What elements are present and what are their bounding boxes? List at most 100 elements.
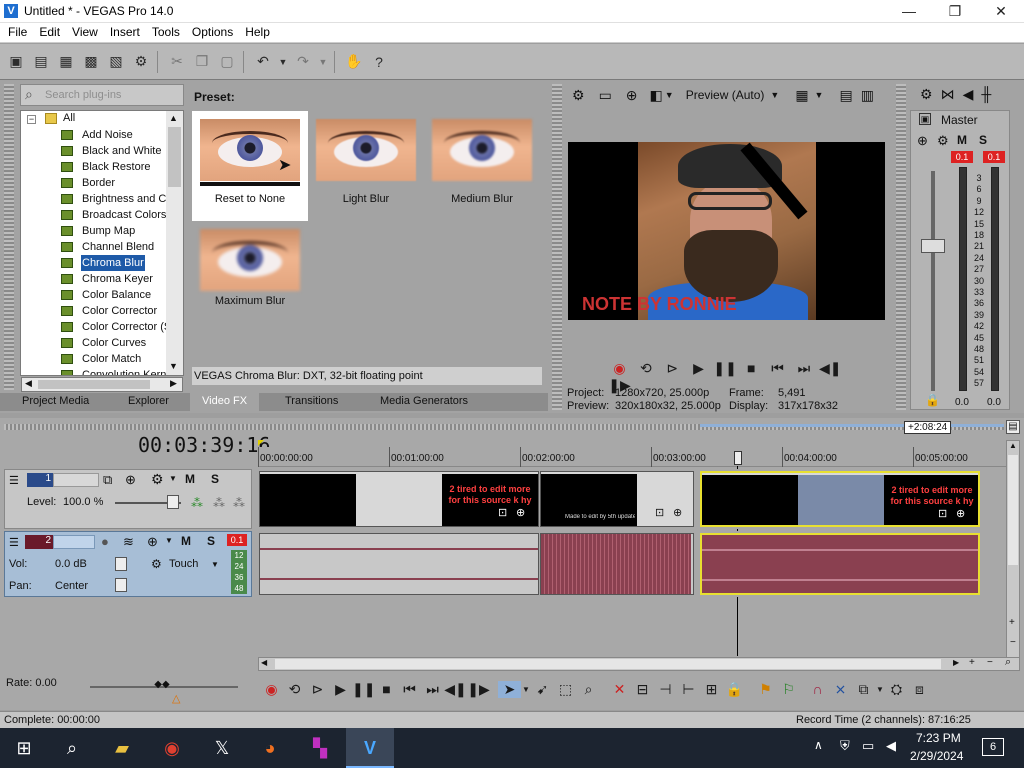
loop-icon[interactable]: ⟲ (634, 360, 657, 377)
plugin-item[interactable]: Black and White (21, 143, 167, 159)
zoom-in-icon[interactable]: + (1009, 617, 1015, 628)
ripple-dropdown-icon[interactable]: ▼ (875, 685, 885, 694)
ripple-edit-icon[interactable]: ⧉ (852, 681, 875, 698)
preset-light-blur[interactable]: Light Blur (308, 111, 424, 221)
level-slider[interactable] (167, 495, 179, 509)
timeline-menu-icon[interactable]: ▤ (1006, 420, 1020, 434)
video-clip-selected[interactable]: 2 tired to edit more for this source k h… (700, 471, 980, 527)
search-plugins-input[interactable]: ⌕ Search plug-ins (20, 84, 184, 106)
collapse-all-toggle[interactable]: − (27, 115, 36, 124)
solo-button[interactable]: S (211, 472, 219, 486)
edit-tool-dropdown-icon[interactable]: ▼ (521, 685, 531, 694)
lock-icon[interactable]: 🔒 (925, 393, 940, 407)
help-icon[interactable]: ? (368, 51, 390, 73)
record-icon[interactable]: ◉ (608, 360, 631, 377)
go-to-end-icon[interactable]: ⏭ (421, 681, 444, 698)
track-fx-icon[interactable]: ⊕ (125, 472, 136, 488)
clip-crop-icon[interactable]: ⊡ (655, 506, 664, 519)
audio-clip[interactable] (259, 533, 539, 595)
playhead-marker[interactable] (734, 451, 742, 465)
scroll-left-icon[interactable]: ◀ (261, 658, 267, 667)
clock-time[interactable]: 7:23 PM (916, 731, 961, 745)
plugin-tree-scrollbar[interactable]: ▲ ▼ (166, 111, 183, 375)
menu-file[interactable]: File (2, 23, 33, 42)
clip-fx-icon[interactable]: ⊕ (956, 507, 965, 520)
firefox-icon[interactable]: ◕ (246, 728, 294, 768)
properties-icon[interactable]: ⚙ (130, 51, 152, 73)
lock-envelopes-icon[interactable]: ⛭ (885, 681, 908, 698)
trim-icon[interactable]: ⊟ (631, 681, 654, 698)
plugin-item[interactable]: Border (21, 175, 167, 191)
plugin-item[interactable]: Convolution Kerne (21, 367, 167, 375)
plugin-item[interactable]: Chroma Blur (21, 255, 167, 271)
plugin-tree-hscrollbar[interactable]: ◀ ▶ (21, 377, 183, 392)
track-collapse-icon[interactable]: ☰ (9, 474, 19, 487)
menu-insert[interactable]: Insert (104, 23, 146, 42)
plugin-item[interactable]: Channel Blend (21, 239, 167, 255)
timeline-vscroll[interactable]: ▲ + − (1006, 440, 1020, 658)
undo-icon[interactable]: ↶ (252, 51, 274, 73)
render-icon[interactable]: ▧ (105, 51, 127, 73)
mixer-settings-icon[interactable]: ⚙ (920, 86, 933, 103)
downmix-icon[interactable]: ⋈ (941, 86, 955, 103)
solo-button[interactable]: S (979, 133, 987, 147)
undo-dropdown-icon[interactable]: ▼ (277, 51, 289, 73)
grid-dropdown-icon[interactable]: ▼ (815, 90, 824, 100)
record-icon[interactable]: ◉ (260, 681, 283, 698)
scroll-left-icon[interactable]: ◀ (25, 378, 32, 389)
media-app-icon[interactable]: ▚ (296, 728, 344, 768)
snapping-icon[interactable]: ∩ (806, 681, 829, 697)
plugin-item[interactable]: Color Match (21, 351, 167, 367)
auto-crossfade-icon[interactable]: ⨯ (829, 681, 852, 698)
touch-mode[interactable]: Touch (169, 558, 198, 570)
timeline-hscroll[interactable]: ◀ ▶ + − ⌕ (258, 656, 1020, 671)
scroll-right-icon[interactable]: ▶ (953, 658, 959, 667)
plugin-item[interactable]: Color Curves (21, 335, 167, 351)
mute-button[interactable]: M (957, 133, 967, 147)
security-icon[interactable]: ⛨ (840, 738, 850, 754)
ignore-grouping-icon[interactable]: ⧈ (908, 681, 931, 698)
plugin-item[interactable]: Color Corrector (S (21, 319, 167, 335)
preset-reset-to-none[interactable]: Reset to None ➤ (192, 111, 308, 221)
redo-dropdown-icon[interactable]: ▼ (317, 51, 329, 73)
zoom-out-icon[interactable]: − (987, 657, 993, 668)
menu-help[interactable]: Help (239, 23, 276, 42)
menu-tools[interactable]: Tools (146, 23, 186, 42)
zoom-edit-tool-icon[interactable]: ⌕ (577, 681, 600, 698)
prev-frame-icon[interactable]: ◀❚ (444, 681, 467, 698)
automation-icon[interactable]: ⚙ (151, 557, 162, 571)
pause-icon[interactable]: ❚❚ (352, 681, 375, 698)
clip-fx-icon[interactable]: ⊕ (516, 506, 525, 519)
grid-icon[interactable]: ▦ (795, 87, 808, 104)
lock-icon[interactable]: 🔒 (723, 681, 746, 698)
search-icon[interactable]: ⌕ (48, 728, 96, 768)
clip-fx-icon[interactable]: ⊕ (673, 506, 682, 519)
delete-icon[interactable]: ✕ (608, 681, 631, 698)
show-hidden-icons[interactable]: ∧ (814, 738, 823, 752)
tab-media-generators[interactable]: Media Generators (380, 395, 468, 407)
menu-view[interactable]: View (66, 23, 104, 42)
track-settings-icon[interactable]: ⚙ (151, 471, 164, 488)
audio-track-lane[interactable] (258, 531, 1006, 597)
audio-clip[interactable] (540, 533, 694, 595)
clip-crop-icon[interactable]: ⊡ (938, 507, 947, 520)
save-icon[interactable]: ▦ (55, 51, 77, 73)
preset-maximum-blur[interactable]: Maximum Blur (192, 221, 308, 331)
split-icon[interactable]: ⊞ (700, 681, 723, 698)
plugin-item[interactable]: Black Restore (21, 159, 167, 175)
close-button[interactable]: ✕ (978, 0, 1024, 23)
stop-icon[interactable]: ■ (740, 360, 763, 376)
plugin-item[interactable]: Color Balance (21, 287, 167, 303)
settings-dropdown-icon[interactable]: ▼ (169, 474, 177, 483)
tab-explorer[interactable]: Explorer (128, 395, 169, 407)
video-track-lane[interactable]: 2 tired to edit more for this source k h… (258, 469, 1006, 529)
scroll-down-icon[interactable]: ▼ (169, 361, 178, 371)
video-clip[interactable]: Made to edit by 5th update ⊡ ⊕ (540, 471, 694, 527)
panel-grip[interactable] (552, 84, 562, 410)
menu-edit[interactable]: Edit (33, 23, 66, 42)
x-twitter-icon[interactable]: 𝕏 (198, 728, 246, 768)
plugin-item[interactable]: Add Noise (21, 127, 167, 143)
vegas-taskbar-icon[interactable]: V (346, 728, 394, 768)
edit-tool-icon[interactable]: ✋ (343, 51, 365, 73)
overlays-icon[interactable]: ◧ (650, 87, 663, 104)
